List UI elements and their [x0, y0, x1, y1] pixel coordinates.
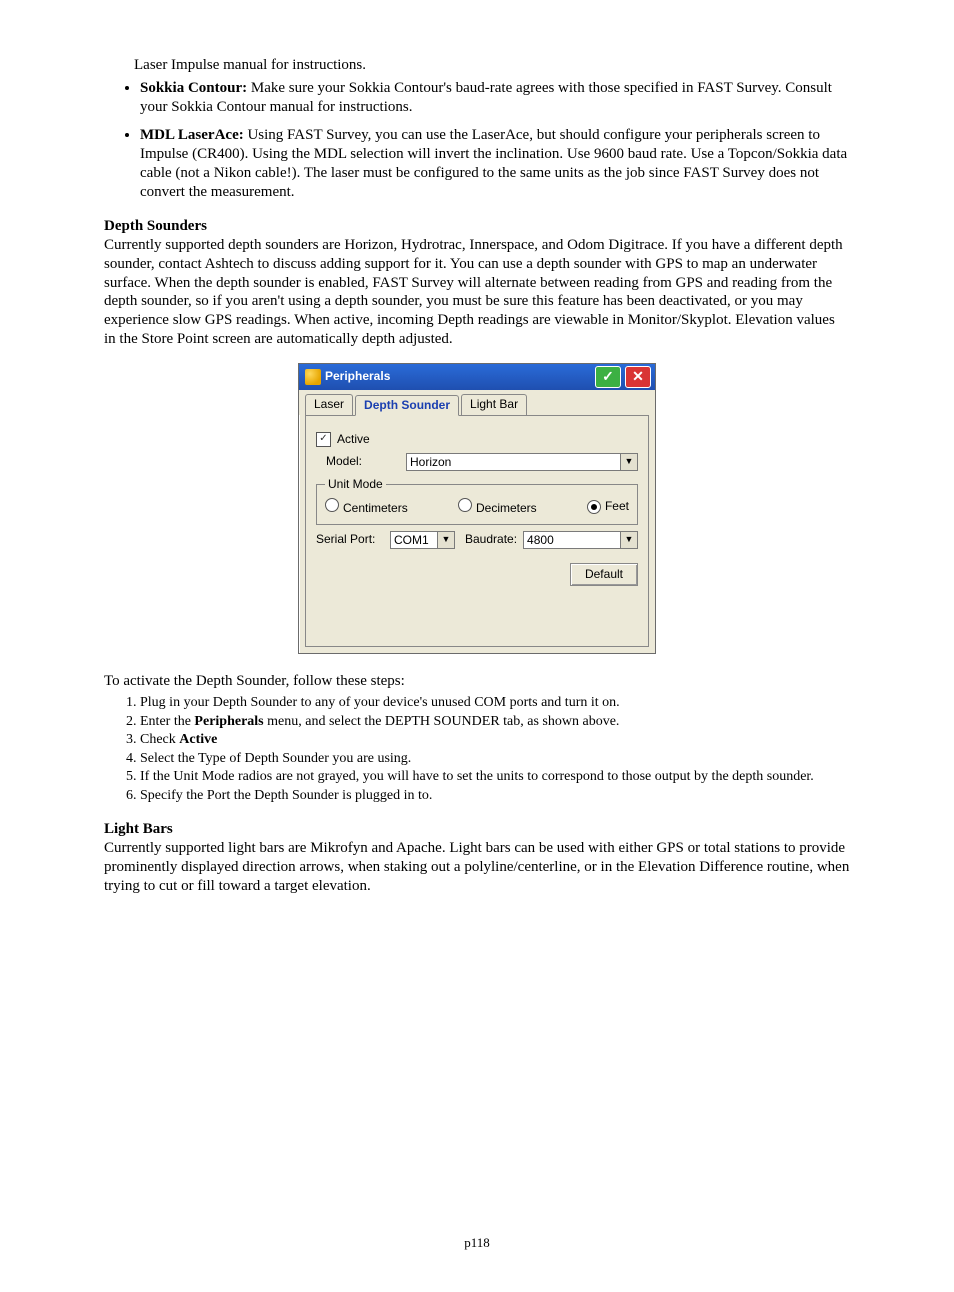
list-item: Specify the Port the Depth Sounder is pl… [140, 787, 850, 805]
light-bars-paragraph: Currently supported light bars are Mikro… [104, 839, 850, 895]
list-item: Select the Type of Depth Sounder you are… [140, 750, 850, 768]
depth-sounders-paragraph: Currently supported depth sounders are H… [104, 236, 850, 349]
steps-list: Plug in your Depth Sounder to any of you… [104, 694, 850, 804]
baudrate-field[interactable]: 4800 [523, 531, 621, 549]
tab-laser[interactable]: Laser [305, 394, 353, 415]
list-item: Enter the Peripherals menu, and select t… [140, 713, 850, 731]
tabs: Laser Depth Sounder Light Bar [299, 390, 655, 415]
app-icon [305, 369, 321, 385]
tab-depth-sounder[interactable]: Depth Sounder [355, 395, 459, 416]
serial-port-field[interactable]: COM1 [390, 531, 438, 549]
intro-fragment: Laser Impulse manual for instructions. [134, 56, 850, 75]
serial-port-label: Serial Port: [316, 532, 390, 547]
titlebar: Peripherals ✓ ✕ [299, 364, 655, 390]
unit-mode-fieldset: Unit Mode Centimeters Decimeters Feet [316, 477, 638, 525]
unit-mode-legend: Unit Mode [325, 477, 386, 492]
model-field[interactable]: Horizon [406, 453, 621, 471]
active-checkbox[interactable]: ✓ [316, 432, 331, 447]
close-button[interactable]: ✕ [625, 366, 651, 388]
baudrate-dropdown-icon[interactable]: ▼ [621, 531, 638, 549]
model-dropdown-icon[interactable]: ▼ [621, 453, 638, 471]
depth-sounders-heading: Depth Sounders [104, 217, 850, 236]
list-item: Sokkia Contour: Make sure your Sokkia Co… [140, 79, 850, 117]
radio-feet[interactable] [587, 500, 601, 514]
window-title: Peripherals [325, 369, 591, 384]
list-item: Check Active [140, 731, 850, 749]
ok-button[interactable]: ✓ [595, 366, 621, 388]
light-bars-heading: Light Bars [104, 820, 850, 839]
radio-decimeters[interactable] [458, 498, 472, 512]
tab-panel: ✓ Active Model: Horizon ▼ Unit Mode Cent… [305, 415, 649, 647]
steps-intro: To activate the Depth Sounder, follow th… [104, 672, 850, 691]
list-item: MDL LaserAce: Using FAST Survey, you can… [140, 126, 850, 201]
default-button[interactable]: Default [570, 563, 638, 586]
active-label: Active [337, 432, 370, 447]
serial-port-dropdown-icon[interactable]: ▼ [438, 531, 455, 549]
radio-centimeters[interactable] [325, 498, 339, 512]
list-item: Plug in your Depth Sounder to any of you… [140, 694, 850, 712]
page-footer: p118 [104, 1235, 850, 1251]
baudrate-label: Baudrate: [465, 532, 517, 547]
list-item: If the Unit Mode radios are not grayed, … [140, 768, 850, 786]
tab-light-bar[interactable]: Light Bar [461, 394, 527, 415]
peripherals-dialog: Peripherals ✓ ✕ Laser Depth Sounder Ligh… [298, 363, 656, 654]
model-label: Model: [326, 454, 406, 469]
bullet-list: Sokkia Contour: Make sure your Sokkia Co… [104, 79, 850, 202]
